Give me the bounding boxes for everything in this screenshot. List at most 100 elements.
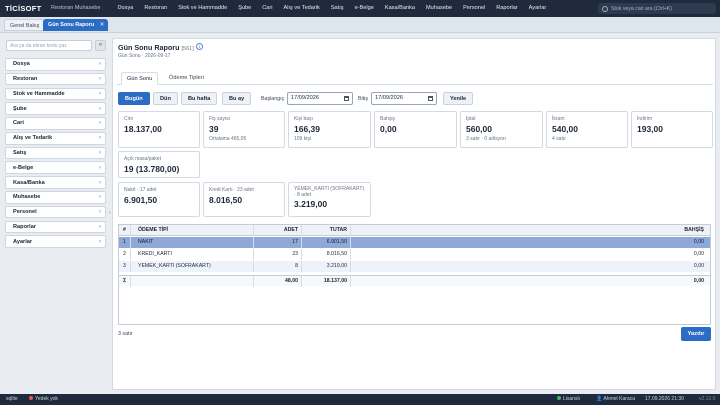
search-icon — [602, 5, 608, 12]
sidebar-item-label: e-Belge — [13, 164, 34, 171]
card-label: Kişi başı — [294, 116, 313, 122]
sidebar-item-satis[interactable]: Satış › — [5, 146, 106, 160]
this-month-button[interactable]: Bu ay — [222, 92, 252, 105]
license-text: Lisanslı — [563, 396, 580, 402]
menu-item-stok[interactable]: Stok ve Hammadde — [173, 0, 233, 17]
card-value: 3.219,00 — [294, 199, 328, 209]
end-date-input[interactable]: 17/09/2026 — [371, 92, 437, 105]
card-iptal: İptal 560,00 3 satır · 0 adisyon — [460, 111, 543, 148]
card-value: 6.901,50 — [124, 195, 158, 205]
menu-item-ayarlar[interactable]: Ayarlar — [523, 0, 552, 17]
calendar-icon[interactable] — [344, 96, 349, 101]
sidebar-item-cari[interactable]: Cari › — [5, 117, 106, 130]
menu-item-cari[interactable]: Cari — [257, 0, 278, 17]
top-bar: TİCİSOFT Restoran Muhasebe Dosya Restora… — [0, 0, 720, 17]
sidebar-item-dosya[interactable]: Dosya › — [5, 58, 106, 71]
col-header-bahsis[interactable]: BAHŞİŞ — [351, 225, 710, 236]
global-search-input[interactable] — [611, 5, 711, 12]
cell-tutar: 8.016,50 — [302, 249, 351, 260]
card-value: 18.137,00 — [124, 124, 162, 134]
sidebar-item-kasa[interactable]: Kasa/Banka › — [5, 176, 106, 189]
card-kredi-karti: Kredi Kartı · 23 adet 8.016,50 — [203, 182, 285, 217]
tab-gun-sonu[interactable]: Gün Sonu — [121, 72, 159, 85]
sidebar-item-restoran[interactable]: Restoran › — [5, 72, 106, 86]
menu-item-sube[interactable]: Şube — [233, 0, 257, 17]
cell-bahsis: 0,00 — [693, 251, 704, 257]
card-label: İptal — [466, 116, 476, 122]
card-ikram: İkram 540,00 4 satır — [546, 111, 628, 148]
menu-item-personel[interactable]: Personel — [458, 0, 491, 17]
sidebar-item-personel[interactable]: Personel › — [5, 205, 106, 219]
tab-odeme-tipleri[interactable]: Ödeme Tipleri — [164, 72, 209, 85]
backup-status: Yedek yok — [29, 394, 58, 405]
chevron-right-icon: › — [99, 149, 101, 156]
start-date-input[interactable]: 17/09/2026 — [287, 92, 353, 105]
payment-table: # ÖDEME TİPİ ADET TUTAR BAHŞİŞ 1 NAKIT 1… — [118, 224, 711, 325]
calendar-icon[interactable] — [428, 96, 433, 101]
menu-item-raporlar[interactable]: Raporlar — [491, 0, 523, 17]
col-header-adet[interactable]: ADET — [254, 225, 302, 236]
warning-dot-icon — [29, 396, 33, 400]
menu-item-muhasebe[interactable]: Muhasebe — [421, 0, 458, 17]
cell-adet: 17 — [254, 237, 302, 248]
page-title-text: Gün Sonu Raporu — [118, 43, 180, 52]
menu-item-dosya[interactable]: Dosya — [112, 0, 139, 17]
start-date-label: Başlangıç — [261, 96, 285, 102]
col-header-odeme-tipi[interactable]: ÖDEME TİPİ — [131, 225, 254, 236]
card-acik-masa: Açık masa/paket 19 (13.780,00) — [118, 151, 200, 178]
collapse-sidebar-button[interactable]: « — [95, 40, 106, 51]
cell-bahsis: 0,00 — [693, 239, 704, 245]
row-count: 3 satır — [118, 331, 133, 337]
sidebar-item-muhasebe[interactable]: Muhasebe › — [5, 191, 106, 204]
card-label: İkram — [552, 116, 565, 122]
sidebar-item-alis[interactable]: Alış ve Tedarik › — [5, 131, 106, 145]
col-header-index[interactable]: # — [119, 225, 131, 236]
sidebar-item-label: Dosya — [13, 61, 30, 68]
card-value: 193,00 — [637, 124, 663, 134]
app-logo: TİCİSOFT — [5, 4, 42, 13]
splitter-handle[interactable]: ‹ — [109, 210, 111, 216]
refresh-button[interactable]: Yenile — [443, 92, 474, 105]
card-label: Nakit · 17 adet — [124, 187, 157, 193]
sidebar-item-label: Stok ve Hammadde — [13, 90, 65, 97]
app-version: v2.12.0 — [699, 396, 716, 402]
today-button[interactable]: Bugün — [118, 92, 150, 105]
sidebar-item-label: Ayarlar — [13, 238, 33, 245]
this-week-button[interactable]: Bu hafta — [181, 92, 218, 105]
report-tabs: Gün Sonu Ödeme Tipleri — [117, 70, 713, 85]
chevron-right-icon: › — [99, 194, 101, 201]
card-value: 39 — [209, 124, 219, 134]
card-label: Açık masa/paket — [124, 156, 161, 162]
sidebar-item-ayarlar[interactable]: Ayarlar › — [5, 235, 106, 248]
table-row[interactable]: 1 NAKIT 17 6.901,50 0,00 — [119, 237, 710, 248]
sidebar-item-sube[interactable]: Şube › — [5, 102, 106, 115]
card-sub: Ortalama 465,05 — [209, 136, 247, 142]
sidebar-item-stok[interactable]: Stok ve Hammadde › — [5, 87, 106, 101]
menu-item-kasa[interactable]: Kasa/Banka — [379, 0, 420, 17]
sidebar-item-ebelge[interactable]: e-Belge › — [5, 161, 106, 175]
menu-item-ebelge[interactable]: e-Belge — [349, 0, 379, 17]
close-icon[interactable]: ✕ — [100, 19, 105, 31]
report-panel: Gün Sonu Raporu [561] i Gün Sonu · 2026-… — [112, 38, 716, 390]
print-button[interactable]: Yazdır — [681, 327, 711, 341]
menu-item-satis[interactable]: Satış — [325, 0, 349, 17]
page-title: Gün Sonu Raporu [561] — [118, 43, 194, 52]
sidebar-item-raporlar[interactable]: Raporlar › — [5, 220, 106, 234]
table-row[interactable]: 3 YEMEK_KARTI (SOFRAKART) 8 3.219,00 0,0… — [119, 261, 710, 272]
backup-text: Yedek yok — [35, 396, 58, 402]
menu-item-alis[interactable]: Alış ve Tedarik — [278, 0, 325, 17]
table-row[interactable]: 2 KREDI_KARTI 23 8.016,50 0,00 — [119, 249, 710, 260]
page-tab-genel-bakis[interactable]: Genel Bakış — [4, 19, 46, 31]
info-icon[interactable]: i — [196, 43, 203, 50]
filter-bar: Bugün Dün Bu hafta Bu ay Başlangıç 17/09… — [118, 92, 714, 106]
menu-item-restoran[interactable]: Restoran — [139, 0, 173, 17]
sidebar-search-input[interactable] — [6, 40, 92, 51]
yesterday-button[interactable]: Dün — [153, 92, 178, 105]
chevron-right-icon: › — [99, 179, 101, 186]
chevron-right-icon: › — [99, 223, 101, 230]
sidebar-item-label: Alış ve Tedarik — [13, 135, 53, 142]
col-header-tutar[interactable]: TUTAR — [302, 225, 351, 236]
page-tab-gun-sonu[interactable]: Gün Sonu Raporu ✕ — [43, 19, 109, 31]
card-value: 0,00 — [380, 124, 397, 134]
db-engine: sqlite — [6, 396, 18, 402]
